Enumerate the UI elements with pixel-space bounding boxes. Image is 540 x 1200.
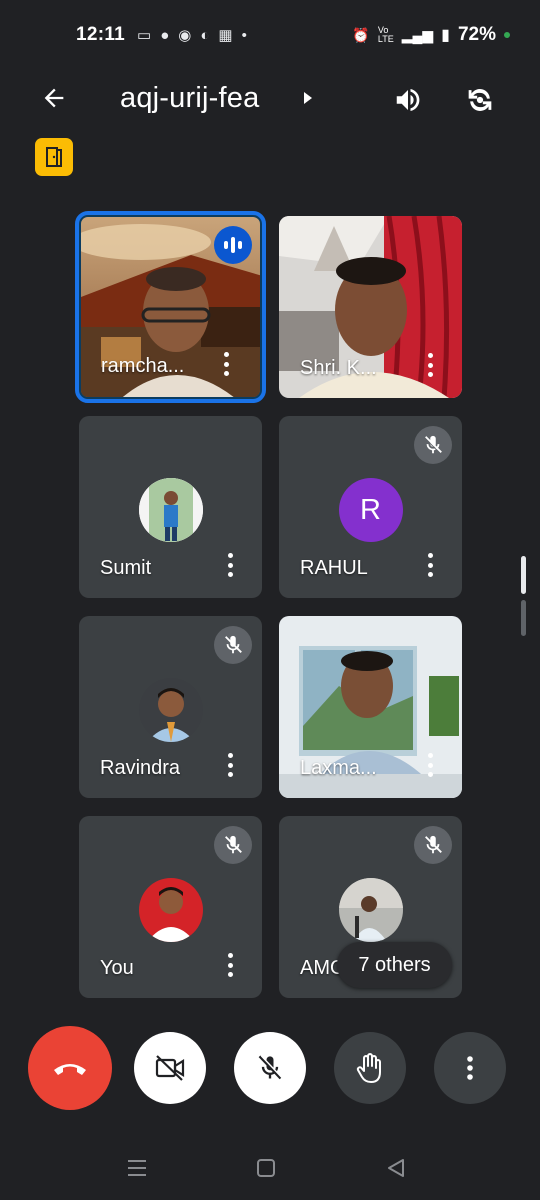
audio-output-button[interactable] (390, 82, 426, 118)
participant-more-button[interactable] (420, 350, 440, 380)
call-header: aqj-urij-fea (0, 72, 540, 128)
triangle-back-icon (388, 1159, 404, 1177)
raise-hand-button[interactable] (334, 1032, 406, 1104)
system-icons: ⏰ Vo LTE ▂▄▆ ▮ 72% (352, 24, 510, 46)
nav-home-button[interactable] (246, 1148, 286, 1188)
participant-name: You (100, 957, 134, 979)
mic-off-indicator (214, 826, 252, 864)
avatar (138, 478, 203, 542)
mic-off-icon (425, 835, 442, 854)
arrow-left-icon (44, 88, 64, 108)
camera-toggle-button[interactable] (134, 1032, 206, 1104)
others-chip[interactable]: 7 others (337, 942, 452, 988)
mic-off-icon (225, 835, 242, 854)
speaker-icon (396, 89, 420, 111)
scrollbar-track[interactable] (521, 600, 526, 636)
battery-level: 72% (457, 24, 496, 45)
participant-tile-self[interactable]: You (79, 816, 262, 998)
mic-off-icon (424, 435, 442, 454)
status-time: 12:11 (76, 24, 126, 45)
square-icon (257, 1159, 275, 1177)
participant-tile[interactable]: Shri. K... (279, 216, 462, 398)
app-icon-2: ▦ (218, 27, 233, 44)
avatar-photo (138, 878, 203, 942)
participant-name: RAHUL (300, 557, 368, 579)
participant-more-button[interactable] (216, 349, 236, 379)
phone-hangup-icon (54, 1064, 86, 1075)
more-notifications-icon: • (241, 27, 247, 44)
chevron-right-icon[interactable] (302, 90, 314, 106)
video-off-icon (155, 1055, 185, 1081)
mic-off-indicator (214, 626, 252, 664)
mic-toggle-button[interactable] (234, 1032, 306, 1104)
mic-off-indicator (414, 426, 452, 464)
more-vertical-icon (467, 1056, 473, 1080)
notification-icons: ▭ ● ◉ ◐ ▦ • (137, 27, 247, 45)
end-call-button[interactable] (28, 1026, 112, 1110)
participant-tile[interactable]: ramcha... (75, 211, 266, 403)
mic-off-icon (225, 635, 242, 654)
participant-name: ramcha... (101, 355, 185, 377)
menu-lines-icon (128, 1160, 146, 1176)
signal-icon: ▂▄▆ (401, 26, 434, 43)
camera-flip-icon (468, 89, 492, 111)
participant-name: Ravindra (100, 757, 181, 779)
participant-tile[interactable]: Sumit (79, 416, 262, 598)
participant-more-button[interactable] (420, 550, 440, 580)
avatar-letter: R (338, 478, 403, 542)
participant-more-button[interactable] (220, 750, 240, 780)
alarm-icon: ⏰ (352, 26, 370, 43)
avatar (338, 878, 403, 942)
participant-name: Shri. K... (300, 357, 377, 379)
mic-off-indicator (414, 826, 452, 864)
avatar (138, 878, 203, 942)
scrollbar-thumb[interactable] (521, 556, 526, 594)
status-bar: 12:11 ▭ ● ◉ ◐ ▦ • ⏰ Vo LTE ▂▄▆ ▮ 72% (0, 0, 540, 72)
cast-icon: ▭ (137, 27, 152, 44)
participant-name: Laxma... (300, 757, 377, 779)
volte-icon: Vo LTE (377, 25, 394, 44)
participant-tile[interactable]: Laxma... (279, 616, 462, 798)
avatar (138, 678, 203, 742)
participant-name: Sumit (100, 557, 152, 579)
more-options-button[interactable] (434, 1032, 506, 1104)
door-icon (46, 147, 62, 167)
avatar-photo (338, 878, 403, 942)
participant-more-button[interactable] (220, 550, 240, 580)
chat-icon: ● (160, 27, 170, 44)
switch-camera-button[interactable] (462, 82, 498, 118)
media-icon: ◉ (178, 27, 192, 44)
mic-off-icon (258, 1055, 283, 1080)
privacy-indicator (504, 32, 510, 38)
battery-icon: ▮ (441, 27, 450, 44)
speaking-indicator (214, 226, 252, 264)
participant-more-button[interactable] (420, 750, 440, 780)
nav-recents-button[interactable] (117, 1148, 157, 1188)
meeting-code[interactable]: aqj-urij-fea (120, 82, 259, 115)
door-exit-badge[interactable] (35, 138, 73, 176)
avatar-photo (138, 478, 203, 542)
hand-icon (356, 1053, 381, 1083)
participant-more-button[interactable] (220, 950, 240, 980)
participant-tile[interactable]: R RAHUL (279, 416, 462, 598)
back-button[interactable] (38, 82, 70, 114)
participant-tile[interactable]: Ravindra (79, 616, 262, 798)
nav-back-button[interactable] (376, 1148, 416, 1188)
app-icon: ◐ (200, 27, 210, 44)
avatar-photo (138, 678, 203, 742)
